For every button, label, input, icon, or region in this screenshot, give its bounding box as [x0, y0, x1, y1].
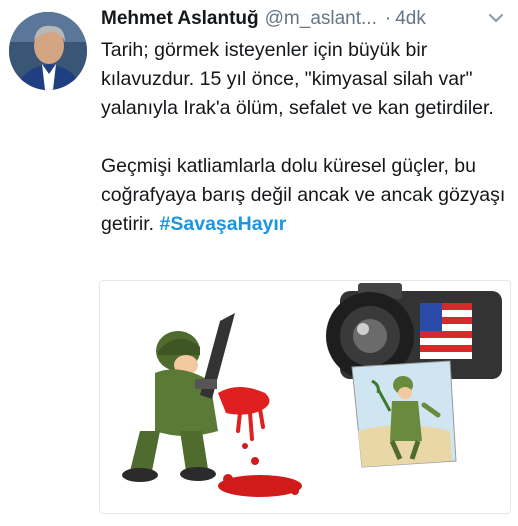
author-name[interactable]: Mehmet Aslantuğ: [101, 8, 259, 30]
separator-dot: ·: [384, 8, 392, 29]
tweet-media-image[interactable]: [99, 280, 511, 514]
tweet-timestamp[interactable]: 4dk: [395, 8, 426, 30]
tweet-paragraph-1: Tarih; görmek isteyenler için büyük bir …: [101, 39, 494, 119]
hashtag-link[interactable]: #SavaşaHayır: [160, 213, 287, 235]
chevron-down-icon[interactable]: [486, 10, 506, 26]
tweet-text: Tarih; görmek isteyenler için büyük bir …: [101, 36, 513, 239]
author-handle[interactable]: @m_aslant...: [265, 8, 377, 30]
tweet-paragraph-2: Geçmişi katliamlarla dolu küresel güçler…: [101, 152, 513, 239]
tweet-header: Mehmet Aslantuğ @m_aslant... · 4dk: [101, 6, 511, 32]
avatar[interactable]: [9, 12, 87, 90]
